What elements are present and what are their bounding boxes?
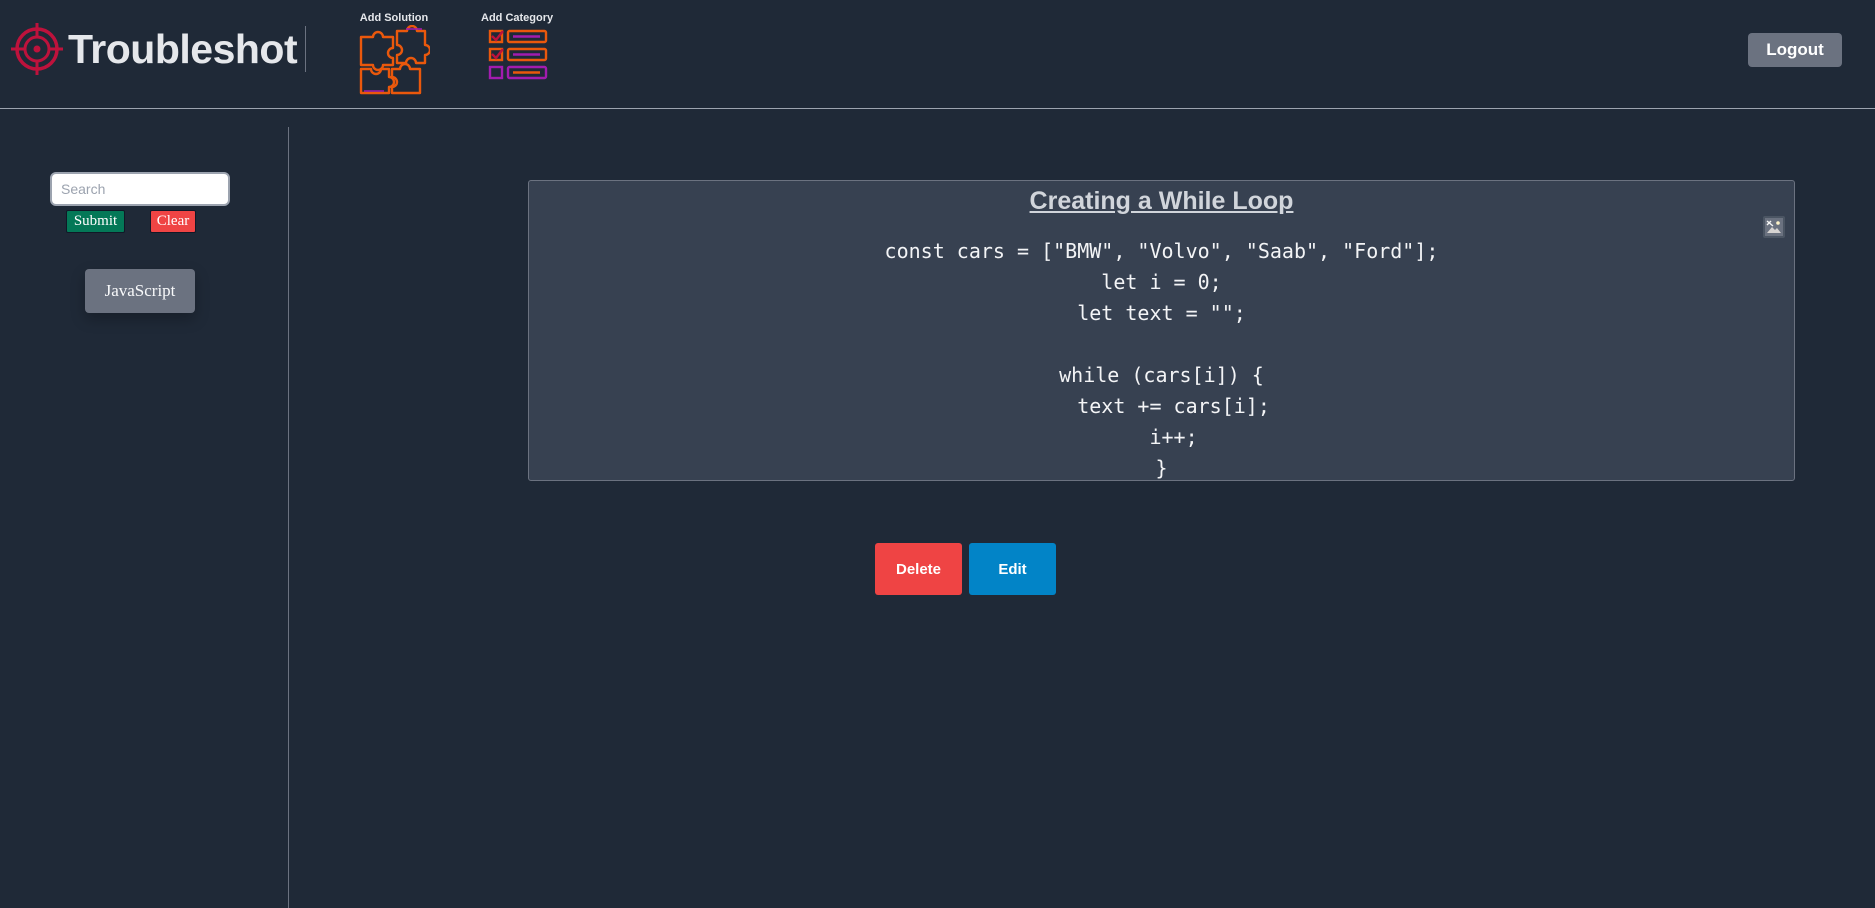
solution-title: Creating a While Loop bbox=[1029, 187, 1294, 215]
solution-card: Creating a While Loop const cars = ["BMW… bbox=[528, 180, 1795, 481]
category-javascript-button[interactable]: JavaScript bbox=[85, 269, 195, 313]
app-header: Troubleshot Add Solution Add Category Lo… bbox=[0, 0, 1875, 109]
add-category-label: Add Category bbox=[481, 12, 554, 24]
add-category-link[interactable]: Add Category bbox=[481, 12, 553, 87]
checklist-icon bbox=[488, 29, 548, 80]
delete-button[interactable]: Delete bbox=[875, 543, 962, 595]
solution-code: const cars = ["BMW", "Volvo", "Saab", "F… bbox=[884, 239, 1439, 480]
clear-button[interactable]: Clear bbox=[150, 210, 196, 233]
brand[interactable]: Troubleshot bbox=[10, 20, 298, 78]
target-icon bbox=[11, 23, 63, 75]
puzzle-icon bbox=[359, 25, 430, 95]
search-input[interactable] bbox=[50, 172, 230, 206]
header-divider bbox=[305, 26, 306, 72]
submit-button[interactable]: Submit bbox=[66, 210, 125, 233]
broken-image-icon[interactable] bbox=[1763, 216, 1785, 238]
app-name: Troubleshot bbox=[68, 25, 298, 72]
add-solution-link[interactable]: Add Solution bbox=[358, 12, 430, 95]
add-solution-label: Add Solution bbox=[359, 12, 429, 24]
edit-button[interactable]: Edit bbox=[969, 543, 1056, 595]
sidebar-divider bbox=[288, 127, 289, 908]
logout-button[interactable]: Logout bbox=[1748, 33, 1842, 67]
